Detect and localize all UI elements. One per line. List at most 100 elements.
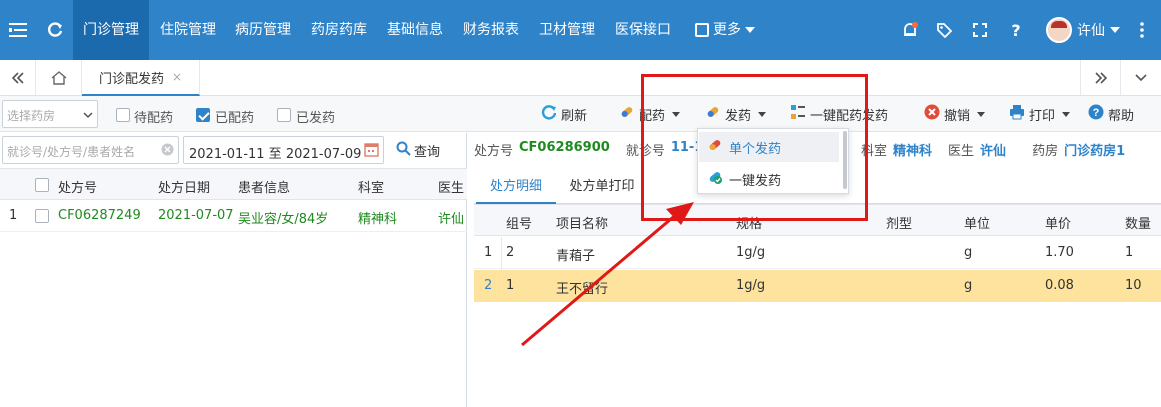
col-unit[interactable]: 单位 bbox=[964, 213, 990, 232]
search-icon bbox=[396, 141, 411, 160]
chevron-down-icon bbox=[745, 27, 755, 33]
dept-value: 精神科 bbox=[893, 144, 933, 159]
nav-outpatient[interactable]: 门诊管理 bbox=[73, 0, 149, 60]
prescription-info-line-2: 科室 精神科 医生 许仙 药房 门诊药房1 bbox=[861, 140, 1125, 159]
menu-toggle-icon[interactable] bbox=[0, 0, 36, 60]
col-patient[interactable]: 患者信息 bbox=[238, 177, 290, 196]
col-form[interactable]: 剂型 bbox=[886, 213, 912, 232]
search-placeholder: 就诊号/处方号/患者姓名 bbox=[7, 145, 136, 159]
filter-pending-checkbox[interactable] bbox=[116, 108, 130, 122]
more-vertical-icon[interactable] bbox=[1130, 0, 1154, 60]
fullscreen-icon[interactable] bbox=[966, 0, 994, 60]
col-doctor[interactable]: 医生 bbox=[438, 177, 464, 196]
table-row[interactable]: 1 CF06287249 2021-07-07 吴业容/女/84岁 精神科 许仙 bbox=[0, 200, 467, 232]
nav-more[interactable]: 更多 bbox=[684, 0, 766, 60]
doctor: 许仙 bbox=[438, 212, 465, 227]
filter-dispensed-label: 已配药 bbox=[215, 111, 255, 126]
close-icon[interactable]: × bbox=[172, 70, 182, 84]
notification-bell-icon[interactable] bbox=[896, 0, 924, 60]
chevron-down-icon bbox=[83, 108, 93, 122]
chevron-down-icon bbox=[977, 111, 986, 117]
pharmacy-placeholder: 选择药房 bbox=[7, 109, 56, 123]
nav-supplies[interactable]: 卫材管理 bbox=[530, 0, 604, 60]
calendar-icon[interactable] bbox=[364, 142, 379, 160]
pharmacy-select[interactable]: 选择药房 bbox=[2, 100, 98, 128]
help-label: 帮助 bbox=[1108, 108, 1135, 124]
col-rx-date[interactable]: 处方日期 bbox=[158, 177, 210, 196]
filter-issued-label: 已发药 bbox=[296, 111, 336, 126]
tag-icon[interactable] bbox=[930, 0, 958, 60]
patient-info: 吴业容/女/84岁 bbox=[238, 212, 329, 227]
pill-icon bbox=[619, 104, 635, 124]
question-circle-icon: ? bbox=[1088, 104, 1104, 124]
doctor-value: 许仙 bbox=[980, 144, 1007, 159]
help-icon[interactable]: ? bbox=[1002, 0, 1030, 60]
col-rx-no[interactable]: 处方号 bbox=[58, 177, 97, 196]
pharmacy-label: 药房 bbox=[1032, 144, 1059, 159]
refresh-button[interactable]: 刷新 bbox=[541, 104, 587, 124]
nav-pharmacy[interactable]: 药房药库 bbox=[302, 0, 376, 60]
filter-issued-checkbox[interactable] bbox=[277, 108, 291, 122]
row-index: 1 bbox=[9, 208, 18, 223]
select-all-checkbox[interactable] bbox=[35, 178, 49, 192]
scroll-left-icon[interactable] bbox=[0, 60, 36, 95]
filter-pending-label: 待配药 bbox=[134, 111, 174, 126]
row-index: 2 bbox=[484, 278, 493, 293]
chevron-down-icon bbox=[1110, 27, 1120, 33]
price: 1.70 bbox=[1045, 245, 1074, 260]
nav-records[interactable]: 病历管理 bbox=[226, 0, 300, 60]
refresh-page-icon[interactable] bbox=[38, 0, 72, 60]
filter-dispensed-checkbox[interactable] bbox=[196, 108, 210, 122]
search-input[interactable]: 就诊号/处方号/患者姓名 bbox=[2, 136, 179, 164]
nav-inpatient[interactable]: 住院管理 bbox=[151, 0, 225, 60]
pharmacy-value: 门诊药房1 bbox=[1064, 144, 1126, 159]
date-range-input[interactable]: 2021-01-11 至 2021-07-09 bbox=[183, 136, 384, 164]
svg-text:?: ? bbox=[1093, 107, 1100, 119]
col-dept[interactable]: 科室 bbox=[358, 177, 384, 196]
grid-plus-icon bbox=[695, 23, 709, 37]
tab-outpatient-dispense[interactable]: 门诊配发药 × bbox=[82, 60, 200, 96]
unit: g bbox=[964, 278, 973, 293]
user-menu[interactable]: 许仙 bbox=[1042, 0, 1124, 60]
query-label: 查询 bbox=[414, 145, 441, 160]
doctor-label: 医生 bbox=[948, 144, 975, 159]
dept: 精神科 bbox=[358, 212, 398, 227]
qty: 1 bbox=[1125, 245, 1134, 260]
rx-value: CF06286900 bbox=[519, 140, 610, 155]
printer-icon bbox=[1009, 104, 1025, 124]
print-button[interactable]: 打印 bbox=[1009, 104, 1071, 124]
tab-list-chevron-icon[interactable] bbox=[1120, 60, 1161, 95]
unit: g bbox=[964, 245, 973, 260]
nav-finance[interactable]: 财务报表 bbox=[454, 0, 528, 60]
rx-no: CF06287249 bbox=[58, 208, 141, 223]
annotation-arrow bbox=[521, 202, 694, 347]
cancel-icon bbox=[924, 104, 940, 124]
row-checkbox[interactable] bbox=[35, 209, 49, 223]
tab-bar: 门诊配发药 × bbox=[0, 60, 1161, 96]
clear-circle-icon[interactable] bbox=[161, 143, 174, 159]
revoke-label: 撤销 bbox=[944, 108, 971, 124]
prescription-grid-header: 处方号 处方日期 患者信息 科室 医生 bbox=[0, 168, 467, 200]
row-index: 1 bbox=[484, 245, 493, 260]
top-navbar: 门诊管理 住院管理 病历管理 药房药库 基础信息 财务报表 卫材管理 医保接口 … bbox=[0, 0, 1161, 60]
chevron-down-icon bbox=[1062, 111, 1071, 117]
home-icon[interactable] bbox=[36, 60, 82, 95]
print-label: 打印 bbox=[1029, 108, 1056, 124]
help-button[interactable]: ? 帮助 bbox=[1088, 104, 1134, 124]
avatar bbox=[1046, 17, 1072, 43]
query-button[interactable]: 查询 bbox=[396, 141, 440, 160]
qty: 10 bbox=[1125, 278, 1142, 293]
refresh-label: 刷新 bbox=[561, 108, 588, 124]
spec: 1g/g bbox=[736, 278, 766, 293]
scroll-right-icon[interactable] bbox=[1080, 60, 1120, 95]
col-price[interactable]: 单价 bbox=[1045, 213, 1071, 232]
nav-insurance[interactable]: 医保接口 bbox=[606, 0, 680, 60]
price: 0.08 bbox=[1045, 278, 1074, 293]
spec: 1g/g bbox=[736, 245, 766, 260]
column-divider bbox=[501, 237, 502, 302]
nav-basic-info[interactable]: 基础信息 bbox=[378, 0, 452, 60]
rx-date: 2021-07-07 bbox=[158, 208, 234, 223]
revoke-button[interactable]: 撤销 bbox=[924, 104, 986, 124]
col-qty[interactable]: 数量 bbox=[1125, 213, 1151, 232]
rx-label: 处方号 bbox=[474, 144, 514, 159]
